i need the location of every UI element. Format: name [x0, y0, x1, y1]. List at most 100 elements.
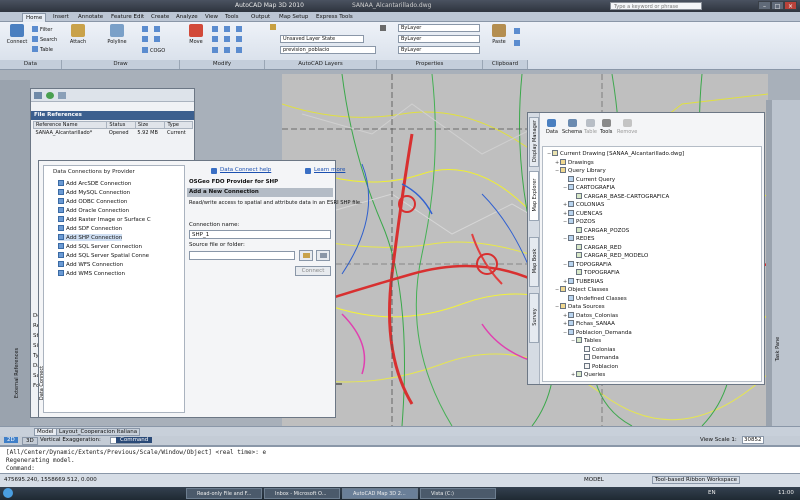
col-reference-name[interactable]: Reference Name	[32, 121, 108, 129]
tree-node[interactable]: − Query Library	[555, 167, 606, 174]
tree-node[interactable]: CARGAR_BASE-CARTOGRAFICA	[571, 192, 669, 200]
rectangle-tool[interactable]	[142, 36, 150, 43]
provider-item[interactable]: Add ODBC Connection	[58, 198, 127, 205]
language-indicator[interactable]: EN	[708, 490, 716, 496]
taskbar-item[interactable]: Inbox - Microsoft O...	[264, 488, 340, 499]
tree-node[interactable]: − TOPOGRAFIA	[563, 260, 612, 268]
mirror-tool[interactable]	[224, 36, 232, 43]
col-type[interactable]: Type	[164, 121, 193, 129]
browse-file-button[interactable]	[299, 250, 313, 261]
tree-node[interactable]: Demanda	[579, 354, 619, 361]
col-size[interactable]: Size	[134, 121, 166, 129]
tree-node[interactable]: − Object Classes	[555, 286, 608, 293]
view-scale-input[interactable]: 30852	[742, 436, 764, 444]
tree-node[interactable]: − CARTOGRAFIA	[563, 184, 615, 191]
taskbar-item-active[interactable]: AutoCAD Map 3D 2...	[342, 488, 418, 499]
provider-item[interactable]: Add WFS Connection	[58, 261, 123, 268]
tab-home[interactable]: Home	[22, 13, 47, 22]
tree-node[interactable]: − Current Drawing [SANAA_Alcantarillado.d…	[547, 150, 684, 157]
tab-tools[interactable]: Tools	[222, 13, 242, 22]
stretch-tool[interactable]	[212, 47, 220, 54]
provider-item[interactable]: Add SQL Server Spatial Conne	[58, 252, 149, 259]
tree-node[interactable]: CARGAR_RED_MODELO	[571, 252, 648, 259]
copy-tool[interactable]	[212, 36, 220, 43]
trim-tool[interactable]	[224, 26, 232, 33]
learn-more-link[interactable]: Learn more	[314, 167, 345, 173]
tree-node[interactable]: Poblacion	[579, 362, 618, 370]
tab-create[interactable]: Create	[148, 13, 172, 22]
filter-button[interactable]: Filter	[32, 26, 52, 33]
table-button[interactable]: Table	[584, 119, 597, 135]
match-properties-button[interactable]	[380, 25, 388, 32]
tree-node[interactable]: + CUENCAS	[563, 209, 603, 217]
toggle-3d[interactable]: 3D	[22, 437, 38, 445]
cogo-button[interactable]: COGO	[142, 47, 165, 54]
provider-item[interactable]: Add WMS Connection	[58, 270, 125, 277]
command-window[interactable]: [All/Center/Dynamic/Extents/Previous/Sca…	[0, 446, 800, 473]
tree-node[interactable]: Undefined Classes	[563, 294, 627, 302]
hatch-tool[interactable]	[154, 36, 162, 43]
tree-node[interactable]: − Poblacion_Demanda	[563, 328, 632, 336]
help-icon[interactable]	[58, 92, 66, 99]
tree-node[interactable]: CARGAR_RED	[571, 243, 622, 251]
col-status[interactable]: Status	[106, 121, 136, 129]
remove-button[interactable]: Remove	[617, 119, 637, 135]
cut-tool[interactable]	[514, 28, 522, 35]
tab-express-tools[interactable]: Express Tools	[313, 13, 356, 22]
layer-state-dropdown[interactable]: Unsaved Layer State	[280, 35, 364, 43]
provider-item[interactable]: Add Oracle Connection	[58, 207, 129, 214]
attach-button[interactable]: Attach	[66, 24, 90, 45]
maximize-button[interactable]: □	[771, 1, 784, 10]
tab-display-manager[interactable]: Display Manager	[529, 117, 539, 167]
connection-name-input[interactable]: SHP_1	[189, 230, 331, 239]
tools-button[interactable]: Tools	[600, 119, 612, 135]
linetype-dropdown[interactable]: ByLayer	[398, 35, 480, 43]
rotate-tool[interactable]	[212, 26, 220, 33]
connect-button[interactable]: Connect	[295, 266, 331, 276]
tree-node[interactable]: + TUBERIAS	[563, 277, 603, 285]
attach-dwg-icon[interactable]	[34, 92, 42, 99]
toggle-2d[interactable]: 2D	[4, 437, 18, 443]
tree-node[interactable]: + Drawings	[555, 158, 594, 166]
tree-node[interactable]: − Data Sources	[555, 303, 605, 310]
tab-survey[interactable]: Survey	[529, 293, 539, 343]
tree-node[interactable]: − Tables	[571, 337, 601, 344]
tree-node[interactable]: TOPOGRAFIA	[571, 269, 620, 276]
data-connect-side-tab[interactable]: Data Connect	[38, 350, 46, 416]
close-button[interactable]: ×	[784, 1, 797, 10]
browse-folder-button[interactable]	[316, 250, 330, 261]
arc-tool[interactable]	[154, 26, 162, 33]
external-references-side-tab[interactable]: External References	[12, 330, 20, 420]
tree-node[interactable]: CARGAR_POZOS	[571, 226, 629, 234]
tab-model[interactable]: Model	[34, 428, 57, 436]
provider-item[interactable]: Add SQL Server Connection	[58, 243, 142, 250]
taskbar-item[interactable]: Read-only File and F...	[186, 488, 262, 499]
array-tool[interactable]	[236, 47, 244, 54]
workspace-switcher[interactable]: Tool-based Ribbon Workspace	[652, 476, 741, 484]
scale-tool[interactable]	[224, 47, 232, 54]
move-button[interactable]: Move	[185, 24, 207, 45]
tree-node[interactable]: Colonias	[579, 345, 615, 353]
layer-properties-button[interactable]	[270, 24, 278, 31]
tab-insert[interactable]: Insert	[50, 13, 72, 22]
tree-node[interactable]: Current Query	[563, 175, 615, 183]
command-prompt[interactable]: Command:	[6, 465, 35, 472]
table-row[interactable]: SANAA_Alcantarillado* Opened 5.92 MB Cur…	[34, 129, 193, 138]
source-file-input[interactable]	[189, 251, 295, 260]
tab-layout[interactable]: Layout_Cooperacion Italiana	[56, 428, 141, 436]
color-dropdown[interactable]: ByLayer	[398, 24, 480, 32]
tree-node[interactable]: − REDES	[563, 235, 595, 242]
search-button[interactable]: Search	[32, 36, 57, 43]
tab-map-explorer[interactable]: Map Explorer	[529, 171, 539, 221]
provider-item-selected[interactable]: Add SHP Connection	[58, 234, 123, 241]
tree-node[interactable]: − POZOS	[563, 218, 595, 225]
tree-node[interactable]: + Fichas_SANAA	[563, 320, 615, 327]
tab-analyze[interactable]: Analyze	[173, 13, 201, 22]
taskbar-item[interactable]: Vista (C:)	[420, 488, 496, 499]
erase-tool[interactable]	[236, 26, 244, 33]
provider-item[interactable]: Add Raster Image or Surface C	[58, 216, 151, 223]
tree-node[interactable]: + Queries	[571, 371, 605, 378]
copy-clip-tool[interactable]	[514, 40, 522, 47]
tab-map-setup[interactable]: Map Setup	[276, 13, 311, 22]
lineweight-dropdown[interactable]: ByLayer	[398, 46, 480, 54]
